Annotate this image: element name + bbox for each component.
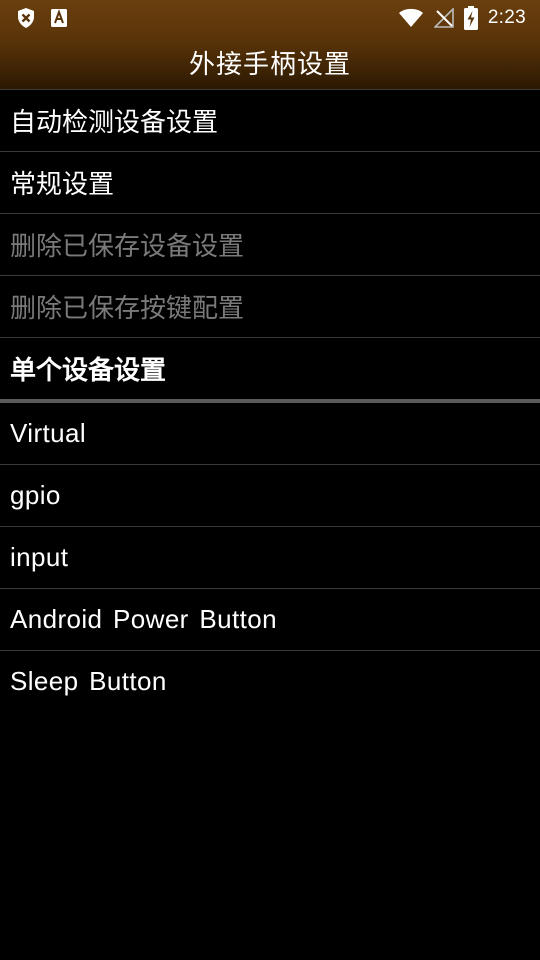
device-item-input[interactable]: input bbox=[0, 527, 540, 588]
device-item-sleep-button[interactable]: Sleep Button bbox=[0, 651, 540, 712]
device-item-android-power-button[interactable]: Android Power Button bbox=[0, 589, 540, 650]
no-signal-icon bbox=[433, 8, 454, 28]
single-device-settings-label: 单个设备设置 bbox=[10, 356, 167, 386]
single-device-settings-header: 单个设备设置 bbox=[0, 338, 540, 399]
device-label: Virtual bbox=[10, 418, 87, 448]
device-label: input bbox=[10, 542, 69, 572]
app-a-icon bbox=[50, 8, 68, 28]
device-label: Android Power Button bbox=[10, 604, 277, 634]
page-title: 外接手柄设置 bbox=[188, 50, 351, 80]
delete-saved-key-config-item: 删除已保存按键配置 bbox=[0, 276, 540, 337]
delete-saved-device-settings-item: 删除已保存设备设置 bbox=[0, 214, 540, 275]
delete-saved-key-config-label: 删除已保存按键配置 bbox=[10, 294, 245, 324]
device-label: gpio bbox=[10, 480, 61, 510]
wifi-icon bbox=[398, 8, 424, 28]
device-item-gpio[interactable]: gpio bbox=[0, 465, 540, 526]
device-label: Sleep Button bbox=[10, 666, 167, 696]
shield-icon bbox=[16, 7, 36, 29]
title-bar: 外接手柄设置 bbox=[0, 36, 540, 89]
device-item-virtual[interactable]: Virtual bbox=[0, 403, 540, 464]
general-settings-item[interactable]: 常规设置 bbox=[0, 152, 540, 213]
delete-saved-device-settings-label: 删除已保存设备设置 bbox=[10, 232, 245, 262]
battery-charging-icon bbox=[463, 6, 478, 30]
status-bar: 2:23 bbox=[0, 0, 540, 36]
status-time: 2:23 bbox=[487, 7, 526, 28]
settings-list: 自动检测设备设置 常规设置 删除已保存设备设置 删除已保存按键配置 单个设备设置… bbox=[0, 89, 540, 712]
auto-detect-settings-item[interactable]: 自动检测设备设置 bbox=[0, 90, 540, 151]
auto-detect-settings-label: 自动检测设备设置 bbox=[10, 108, 219, 138]
general-settings-label: 常规设置 bbox=[10, 170, 115, 200]
